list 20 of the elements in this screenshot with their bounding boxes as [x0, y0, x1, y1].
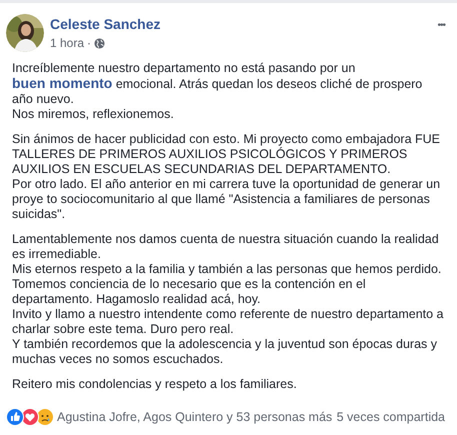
post-time[interactable]: 1 hora — [50, 35, 84, 51]
post-text: Nos miremos, reflexionemos. — [12, 107, 175, 122]
keyword-link[interactable]: buen momento — [12, 75, 112, 91]
post-text: Increíblemente nuestro departamento no está pasando por un buen momento emocional. Atrás quedan los deseos cliché de prospero año nuevo. — [12, 61, 424, 107]
post-text: Lamentablemente nos damos cuenta de nuestra situación cuando la realidad es irremediable. — [12, 232, 440, 262]
post-text: Invito y llamo a nuestro intendente como referente de nuestro departamento a charlar sobre este tema. Duro pero real. — [12, 307, 445, 337]
post-text: Sin ánimos de hacer publicidad con esto. Mi proyecto como embajadora FUE TALLERES DE PRIMEROS AUXILIOS PSICOLÓGICOS Y PRIMEROS AUXILIOS EN ESCUELAS SECUNDARIAS DEL DEPARTAMENTO. — [12, 132, 441, 177]
sad-face-icon — [36, 408, 54, 426]
post-text: Reitero mis condolencias y respeto a los familiares. — [12, 377, 298, 392]
reactions-names-link[interactable]: Agustina Jofre, Agos Quintero y 53 personas más — [57, 408, 332, 427]
post-text: Mis eternos respeto a la familia y también a las personas que hemos perdido. — [12, 262, 442, 277]
globe-icon — [94, 38, 106, 48]
separator-dot: · — [87, 35, 92, 51]
shares-count-link[interactable]: 5 veces compartida — [336, 408, 445, 427]
post-text: Por otro lado. El año anterior en mi carrera tuve la oportunidad de generar un proye to sociocomunitario al que llamé "Asistencia a familiares de personas suicidas". — [12, 177, 442, 222]
author-name[interactable]: Celeste Sanchez — [50, 15, 160, 33]
post-text: Tomemos conciencia de lo necesario que es la contención en el departamento. Hagamoslo realidad acá, hoy. — [12, 277, 367, 307]
like-icon — [6, 408, 24, 426]
post-text: Y también recordemos que la adolescencia y la juventud son épocas duras y muchas veces no somos escuchados. — [12, 337, 438, 367]
more-options-button[interactable]: ••• — [437, 18, 445, 33]
